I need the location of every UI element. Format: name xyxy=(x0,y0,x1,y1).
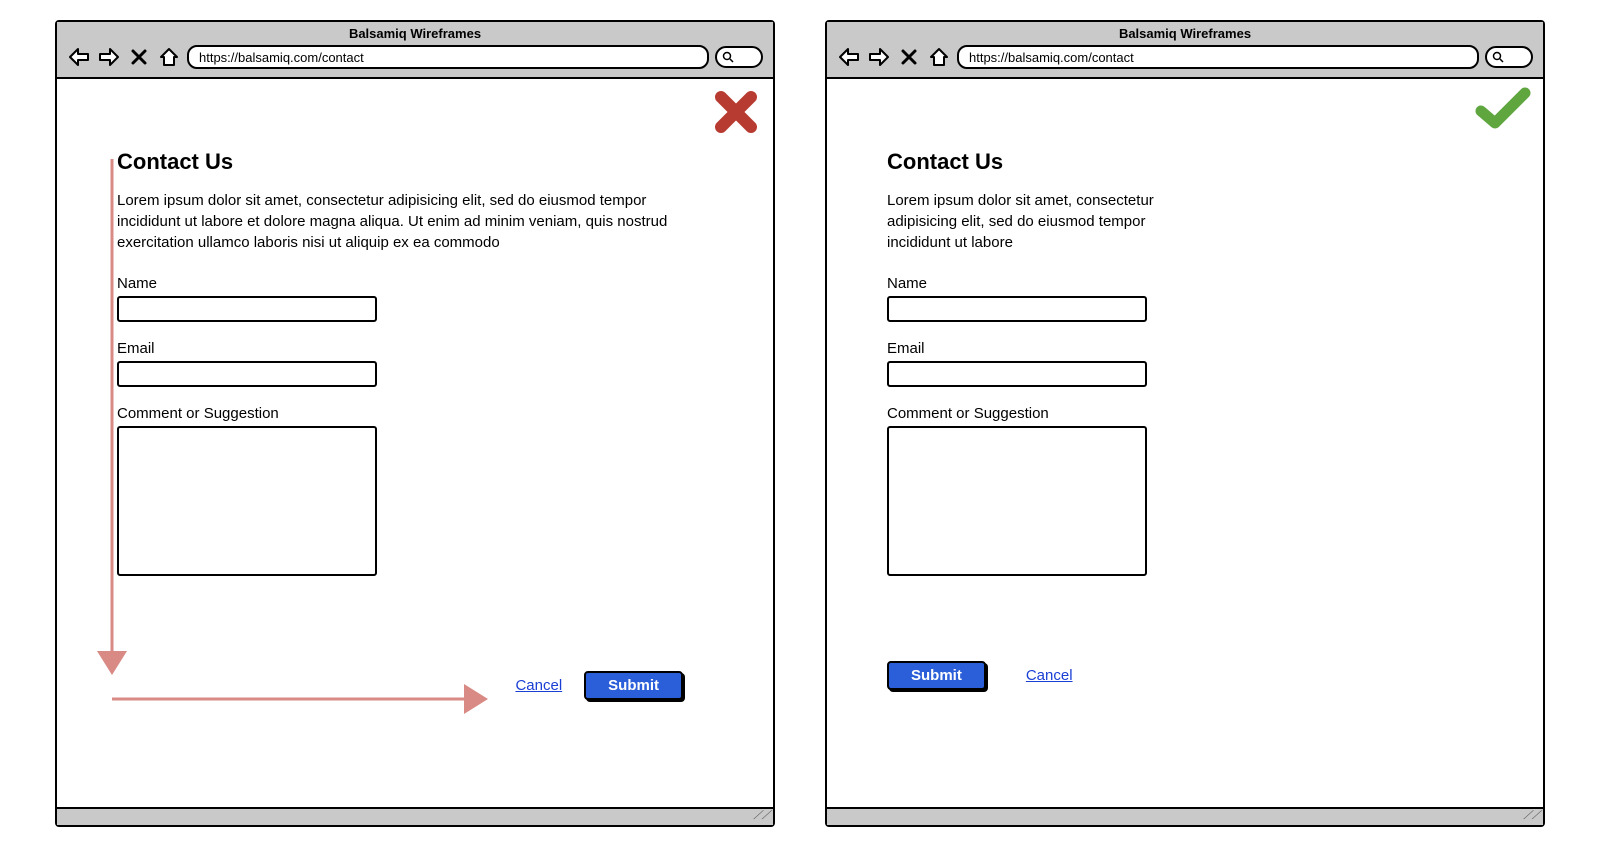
intro-text: Lorem ipsum dolor sit amet, consectetur … xyxy=(887,190,1167,253)
window-title: Balsamiq Wireframes xyxy=(827,26,1543,45)
url-input[interactable] xyxy=(187,45,709,69)
name-input[interactable] xyxy=(887,296,1147,322)
action-row: Submit Cancel xyxy=(887,661,1483,690)
email-input[interactable] xyxy=(117,361,377,387)
home-icon[interactable] xyxy=(157,46,181,68)
name-label: Name xyxy=(117,275,713,292)
page-title: Contact Us xyxy=(117,149,713,175)
submit-button[interactable]: Submit xyxy=(584,671,683,700)
page-content-wrong: Contact Us Lorem ipsum dolor sit amet, c… xyxy=(57,79,773,807)
cancel-link[interactable]: Cancel xyxy=(1026,667,1073,684)
statusbar: ⟋⟋ xyxy=(57,807,773,825)
intro-text: Lorem ipsum dolor sit amet, consectetur … xyxy=(117,190,677,253)
window-title: Balsamiq Wireframes xyxy=(57,26,773,45)
titlebar: Balsamiq Wireframes xyxy=(827,22,1543,79)
page-content-correct: Contact Us Lorem ipsum dolor sit amet, c… xyxy=(827,79,1543,807)
browser-window-correct: Balsamiq Wireframes Contact Us Lore xyxy=(825,20,1545,827)
comment-label: Comment or Suggestion xyxy=(117,405,713,422)
home-icon[interactable] xyxy=(927,46,951,68)
toolbar xyxy=(827,45,1543,69)
search-pill[interactable] xyxy=(1485,46,1533,68)
statusbar: ⟋⟋ xyxy=(827,807,1543,825)
comment-textarea[interactable] xyxy=(887,426,1147,576)
action-row: Cancel Submit xyxy=(117,671,713,700)
search-pill[interactable] xyxy=(715,46,763,68)
name-label: Name xyxy=(887,275,1483,292)
correct-badge-icon xyxy=(1475,87,1531,136)
wrong-badge-icon xyxy=(711,87,761,142)
forward-icon[interactable] xyxy=(97,46,121,68)
back-icon[interactable] xyxy=(67,46,91,68)
forward-icon[interactable] xyxy=(867,46,891,68)
url-input[interactable] xyxy=(957,45,1479,69)
page-title: Contact Us xyxy=(887,149,1483,175)
stop-icon[interactable] xyxy=(897,46,921,68)
resize-grip-icon[interactable]: ⟋⟋ xyxy=(1523,808,1540,823)
titlebar: Balsamiq Wireframes xyxy=(57,22,773,79)
toolbar xyxy=(57,45,773,69)
email-label: Email xyxy=(117,340,713,357)
resize-grip-icon[interactable]: ⟋⟋ xyxy=(753,808,770,823)
email-label: Email xyxy=(887,340,1483,357)
comment-textarea[interactable] xyxy=(117,426,377,576)
cancel-link[interactable]: Cancel xyxy=(515,677,562,694)
stop-icon[interactable] xyxy=(127,46,151,68)
submit-button[interactable]: Submit xyxy=(887,661,986,690)
back-icon[interactable] xyxy=(837,46,861,68)
comment-label: Comment or Suggestion xyxy=(887,405,1483,422)
email-input[interactable] xyxy=(887,361,1147,387)
browser-window-wrong: Balsamiq Wireframes xyxy=(55,20,775,827)
name-input[interactable] xyxy=(117,296,377,322)
